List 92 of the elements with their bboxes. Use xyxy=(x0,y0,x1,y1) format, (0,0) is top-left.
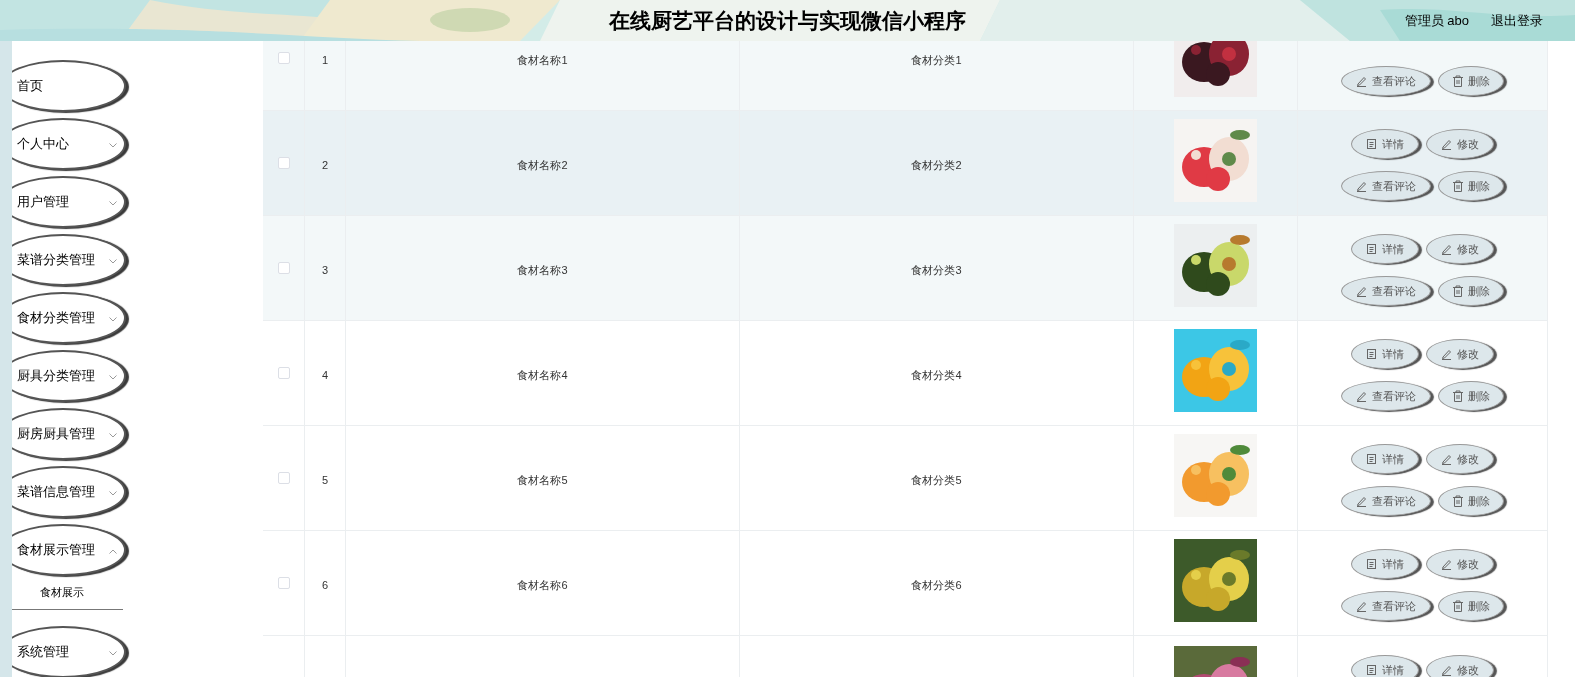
detail-button[interactable]: 详情 xyxy=(1351,444,1419,474)
row-checkbox[interactable] xyxy=(277,472,290,484)
trash-icon xyxy=(1452,495,1463,507)
ingredient-name: 食材名称1 xyxy=(517,53,568,67)
ingredient-category: 食材分类4 xyxy=(911,368,962,382)
edit-button[interactable]: 修改 xyxy=(1426,655,1494,677)
pencil-icon xyxy=(1441,453,1452,465)
pencil-icon xyxy=(1441,558,1452,570)
ingredient-category: 食材分类1 xyxy=(911,53,962,67)
row-index: 5 xyxy=(321,473,329,487)
trash-icon xyxy=(1452,75,1463,87)
row-index: 4 xyxy=(321,368,329,382)
pencil-icon xyxy=(1356,600,1367,612)
ingredient-category: 食材分类3 xyxy=(911,263,962,277)
row-checkbox[interactable] xyxy=(277,367,290,379)
ingredient-category: 食材分类2 xyxy=(911,158,962,172)
document-icon xyxy=(1366,558,1377,570)
pencil-icon xyxy=(1441,664,1452,676)
comments-button[interactable]: 查看评论 xyxy=(1341,276,1431,306)
comments-button[interactable]: 查看评论 xyxy=(1341,171,1431,201)
chevron-down-icon xyxy=(109,651,117,656)
pencil-icon xyxy=(1356,75,1367,87)
trash-icon xyxy=(1452,600,1463,612)
sidebar-menu-item[interactable]: 食材分类管理 xyxy=(12,292,126,344)
delete-button[interactable]: 删除 xyxy=(1438,66,1504,96)
ingredient-name: 食材名称3 xyxy=(517,263,568,277)
sidebar-menu-item[interactable]: 厨房厨具管理 xyxy=(12,408,126,460)
sidebar-menu-item[interactable]: 食材展示管理 xyxy=(12,524,126,576)
edit-button[interactable]: 修改 xyxy=(1426,234,1494,264)
detail-button[interactable]: 详情 xyxy=(1351,129,1419,159)
comments-button[interactable]: 查看评论 xyxy=(1341,591,1431,621)
trash-icon xyxy=(1452,180,1463,192)
pencil-icon xyxy=(1356,180,1367,192)
ingredient-name: 食材名称4 xyxy=(517,368,568,382)
sidebar-submenu-item[interactable]: 食材展示 xyxy=(12,576,123,610)
detail-button[interactable]: 详情 xyxy=(1351,655,1419,677)
document-icon xyxy=(1366,138,1377,150)
detail-button[interactable]: 详情 xyxy=(1351,549,1419,579)
chevron-down-icon xyxy=(109,549,117,554)
row-index: 3 xyxy=(321,263,329,277)
comments-button[interactable]: 查看评论 xyxy=(1341,66,1431,96)
delete-button[interactable]: 删除 xyxy=(1438,381,1504,411)
trash-icon xyxy=(1452,285,1463,297)
pencil-icon xyxy=(1356,390,1367,402)
row-index: 2 xyxy=(321,158,329,172)
ingredient-name: 食材名称6 xyxy=(517,578,568,592)
document-icon xyxy=(1366,453,1377,465)
sidebar-menu-item[interactable]: 用户管理 xyxy=(12,176,126,228)
sidebar-menu-item[interactable]: 系统管理 xyxy=(12,626,126,677)
sidebar-menu-item[interactable]: 菜谱分类管理 xyxy=(12,234,126,286)
ingredient-category: 食材分类5 xyxy=(911,473,962,487)
comments-button[interactable]: 查看评论 xyxy=(1341,486,1431,516)
pencil-icon xyxy=(1441,348,1452,360)
sidebar-menu-item[interactable]: 个人中心 xyxy=(12,118,126,170)
chevron-down-icon xyxy=(109,259,117,264)
pencil-icon xyxy=(1441,138,1452,150)
document-icon xyxy=(1366,348,1377,360)
row-index: 1 xyxy=(321,53,329,67)
chevron-down-icon xyxy=(109,491,117,496)
document-icon xyxy=(1366,243,1377,255)
edit-button[interactable]: 修改 xyxy=(1426,549,1494,579)
delete-button[interactable]: 删除 xyxy=(1438,591,1504,621)
pencil-icon xyxy=(1441,243,1452,255)
chevron-down-icon xyxy=(109,317,117,322)
chevron-down-icon xyxy=(109,375,117,380)
chevron-down-icon xyxy=(109,143,117,148)
document-icon xyxy=(1366,664,1377,676)
row-index: 6 xyxy=(321,578,329,592)
sidebar-menu-item[interactable]: 厨具分类管理 xyxy=(12,350,126,402)
edit-button[interactable]: 修改 xyxy=(1426,339,1494,369)
ingredient-name: 食材名称5 xyxy=(517,473,568,487)
row-checkbox[interactable] xyxy=(277,157,290,169)
sidebar-menu-item[interactable]: 首页 xyxy=(12,60,126,112)
edit-button[interactable]: 修改 xyxy=(1426,444,1494,474)
trash-icon xyxy=(1452,390,1463,402)
pencil-icon xyxy=(1356,495,1367,507)
row-checkbox[interactable] xyxy=(277,262,290,274)
delete-button[interactable]: 删除 xyxy=(1438,276,1504,306)
delete-button[interactable]: 删除 xyxy=(1438,486,1504,516)
ingredient-name: 食材名称2 xyxy=(517,158,568,172)
chevron-down-icon xyxy=(109,433,117,438)
detail-button[interactable]: 详情 xyxy=(1351,339,1419,369)
row-checkbox[interactable] xyxy=(277,52,290,64)
sidebar-menu-item[interactable]: 菜谱信息管理 xyxy=(12,466,126,518)
comments-button[interactable]: 查看评论 xyxy=(1341,381,1431,411)
delete-button[interactable]: 删除 xyxy=(1438,171,1504,201)
row-checkbox[interactable] xyxy=(277,577,290,589)
detail-button[interactable]: 详情 xyxy=(1351,234,1419,264)
chevron-down-icon xyxy=(109,201,117,206)
pencil-icon xyxy=(1356,285,1367,297)
edit-button[interactable]: 修改 xyxy=(1426,129,1494,159)
ingredient-category: 食材分类6 xyxy=(911,578,962,592)
